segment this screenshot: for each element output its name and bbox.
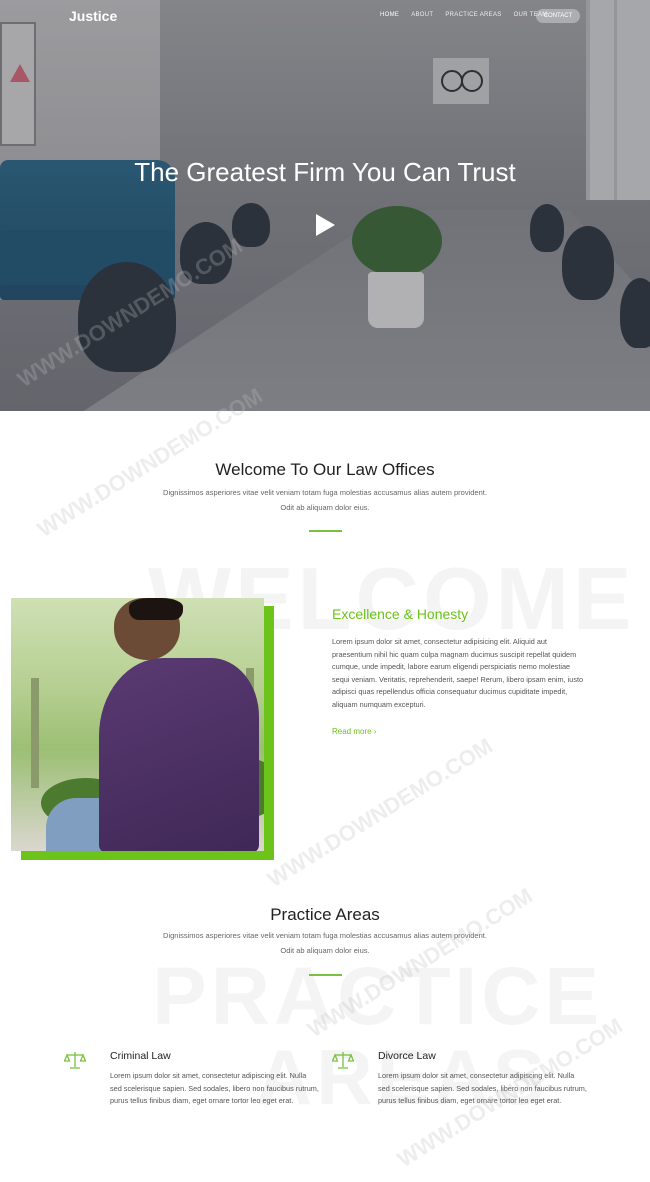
welcome-divider [309,530,342,532]
practice-subtitle: Dignissimos asperiores vitae velit venia… [163,931,487,955]
scales-icon [64,1052,86,1069]
welcome-title: Welcome To Our Law Offices [215,460,435,479]
hero-title: The Greatest Firm You Can Trust [134,157,516,187]
practice-title: Practice Areas [270,905,380,924]
hero-section: Justice HOME ABOUT PRACTICE AREAS OUR TE… [0,0,650,411]
practice-item-text: Lorem ipsum dolor sit amet, consectetur … [110,1071,319,1105]
nav-item-practice-areas[interactable]: PRACTICE AREAS [445,12,501,18]
top-nav: Justice HOME ABOUT PRACTICE AREAS OUR TE… [0,0,650,34]
hero-overlay [0,0,650,411]
welcome-subtitle: Dignissimos asperiores vitae velit venia… [163,488,487,512]
practice-item-text: Lorem ipsum dolor sit amet, consectetur … [378,1071,587,1105]
scales-icon [332,1052,354,1069]
site-logo[interactable]: Justice [69,8,117,24]
read-more-link[interactable]: Read more › [332,727,376,736]
practice-divider [309,974,342,976]
practice-item-title: Divorce Law [378,1050,436,1062]
practice-bg-word: PRACTICE [152,951,604,1042]
practice-item-title: Criminal Law [110,1050,171,1062]
play-icon[interactable] [316,214,335,236]
lawyer-photo [11,598,264,851]
contact-button[interactable]: CONTACT [536,9,580,23]
excellence-text: Lorem ipsum dolor sit amet, consectetur … [332,637,584,709]
nav-item-home[interactable]: HOME [380,12,399,18]
watermark: WWW.DOWNDEMO.COM [262,733,497,893]
nav-item-about[interactable]: ABOUT [411,12,433,18]
lawyer-photo-block [11,598,274,860]
excellence-title: Excellence & Honesty [332,606,469,622]
nav-menu: HOME ABOUT PRACTICE AREAS OUR TEAM [380,12,560,18]
